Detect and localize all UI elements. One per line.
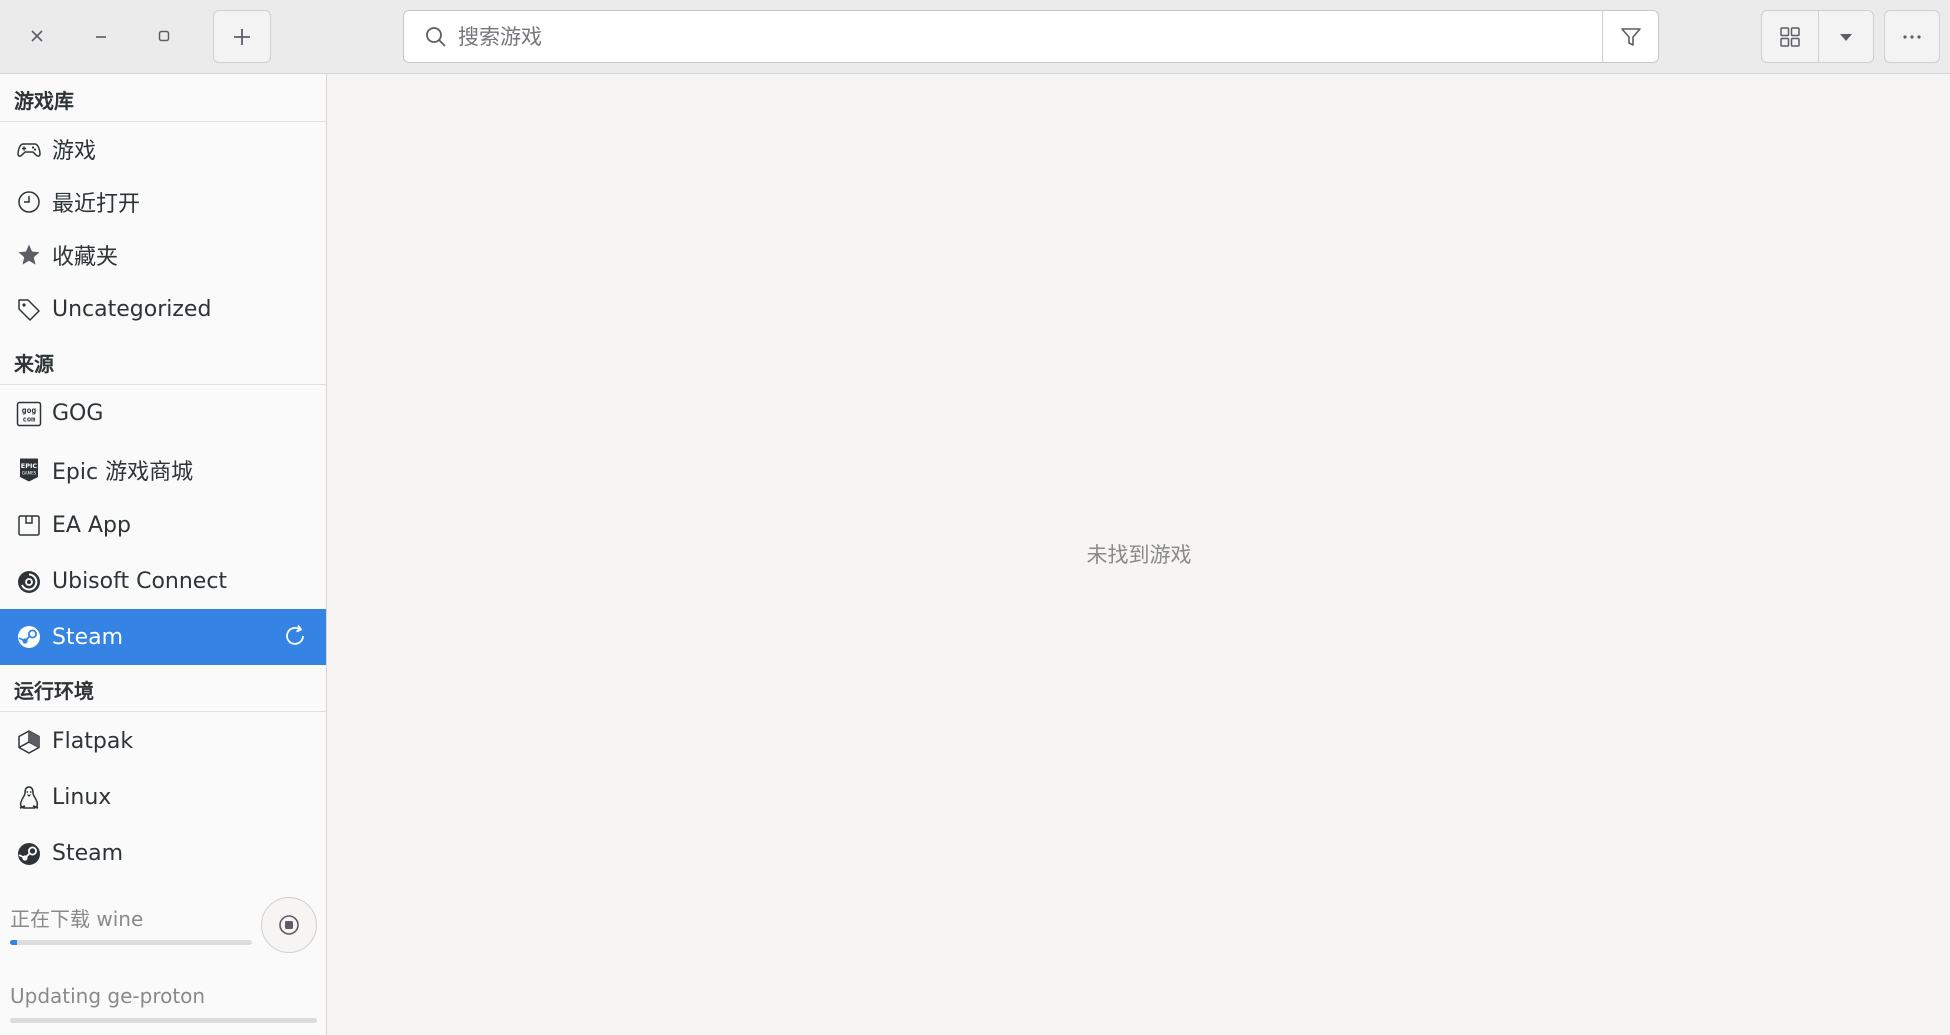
- update-status-label: Updating ge-proton: [10, 984, 206, 1008]
- section-title-library: 游戏库: [14, 89, 74, 113]
- plus-icon: [234, 28, 250, 45]
- add-game-button[interactable]: [213, 10, 271, 63]
- maximize-icon: [158, 30, 170, 42]
- chevron-down-icon: [1839, 33, 1852, 41]
- sidebar-item-epic[interactable]: EPIC GAMES Epic 游戏商城: [0, 443, 326, 496]
- update-progress-bar: [10, 1018, 317, 1023]
- section-divider: [0, 384, 326, 385]
- grid-view-button[interactable]: [1762, 11, 1818, 62]
- lutris-window: 游戏库 游戏 最近打开 收藏夹 Uncategorized 来源: [0, 0, 1950, 1035]
- linux-icon: [16, 785, 42, 811]
- section-divider: [0, 711, 326, 712]
- svg-text:GAMES: GAMES: [22, 470, 37, 475]
- filter-button[interactable]: [1602, 10, 1658, 63]
- sidebar-item-favorites[interactable]: 收藏夹: [0, 228, 326, 281]
- refresh-icon[interactable]: [282, 623, 308, 655]
- empty-state-message: 未找到游戏: [1086, 543, 1192, 567]
- sidebar-item-flatpak[interactable]: Flatpak: [0, 715, 326, 768]
- download-progress-bar: [10, 940, 252, 945]
- svg-text:gog: gog: [22, 406, 37, 415]
- sidebar-item-label: 最近打开: [52, 191, 141, 217]
- steam-icon: [16, 841, 42, 867]
- ea-icon: [16, 513, 42, 539]
- sidebar-item-label: Ubisoft Connect: [52, 569, 228, 594]
- view-toggle-group: [1761, 10, 1874, 63]
- section-title-sources: 来源: [14, 352, 54, 376]
- sidebar-item-ubisoft[interactable]: Ubisoft Connect: [0, 555, 326, 608]
- epic-icon: EPIC GAMES: [16, 457, 42, 483]
- search-bar: [403, 10, 1659, 63]
- sidebar-item-label: EA App: [52, 513, 131, 538]
- sidebar-item-label: Steam: [52, 841, 124, 866]
- sidebar-item-label: Steam: [52, 624, 124, 650]
- tag-icon: [16, 297, 42, 323]
- minimize-icon: [96, 36, 106, 38]
- header-bar: [0, 0, 1950, 74]
- sidebar: 游戏库 游戏 最近打开 收藏夹 Uncategorized 来源 gog com…: [0, 74, 327, 1035]
- svg-text:EPIC: EPIC: [21, 462, 38, 470]
- sidebar-item-label: GOG: [52, 401, 104, 426]
- sidebar-item-label: Flatpak: [52, 729, 134, 754]
- sidebar-item-label: Uncategorized: [52, 297, 212, 322]
- game-library-view: 未找到游戏: [328, 74, 1950, 1035]
- steam-icon: [16, 624, 42, 650]
- sidebar-item-label: Linux: [52, 785, 112, 810]
- sidebar-item-steam-runner[interactable]: Steam: [0, 827, 326, 880]
- sidebar-item-label: 游戏: [52, 138, 97, 164]
- star-icon: [16, 242, 42, 268]
- sidebar-item-steam-source[interactable]: Steam: [0, 609, 326, 665]
- sidebar-item-games[interactable]: 游戏: [0, 122, 326, 175]
- grid-icon: [1780, 26, 1800, 47]
- maximize-window-button[interactable]: [148, 20, 180, 52]
- flatpak-icon: [16, 729, 42, 755]
- main-menu-button[interactable]: [1884, 10, 1940, 63]
- sidebar-item-recent[interactable]: 最近打开: [0, 175, 326, 228]
- gog-icon: gog com: [16, 401, 42, 427]
- close-icon: [31, 30, 43, 42]
- search-icon: [414, 10, 458, 63]
- view-options-dropdown[interactable]: [1817, 11, 1874, 62]
- filter-icon: [1620, 27, 1641, 46]
- sidebar-item-label: 收藏夹: [52, 244, 119, 270]
- section-title-runners: 运行环境: [14, 679, 94, 703]
- download-status-label: 正在下载 wine: [10, 907, 144, 931]
- download-progress-fill: [10, 940, 18, 945]
- stop-icon: [279, 915, 299, 935]
- sidebar-item-linux[interactable]: Linux: [0, 771, 326, 824]
- minimize-window-button[interactable]: [85, 20, 117, 52]
- sidebar-item-label: Epic 游戏商城: [52, 459, 194, 485]
- sidebar-item-uncategorized[interactable]: Uncategorized: [0, 283, 326, 336]
- stop-download-button[interactable]: [261, 897, 317, 953]
- sidebar-item-gog[interactable]: gog com GOG: [0, 387, 326, 440]
- clock-icon: [16, 189, 42, 215]
- sidebar-item-ea-app[interactable]: EA App: [0, 499, 326, 552]
- svg-text:com: com: [23, 415, 36, 423]
- ubisoft-icon: [16, 569, 42, 595]
- gamepad-icon: [16, 136, 42, 162]
- close-window-button[interactable]: [21, 20, 53, 52]
- more-icon: [1903, 34, 1921, 39]
- search-input[interactable]: [458, 16, 1602, 57]
